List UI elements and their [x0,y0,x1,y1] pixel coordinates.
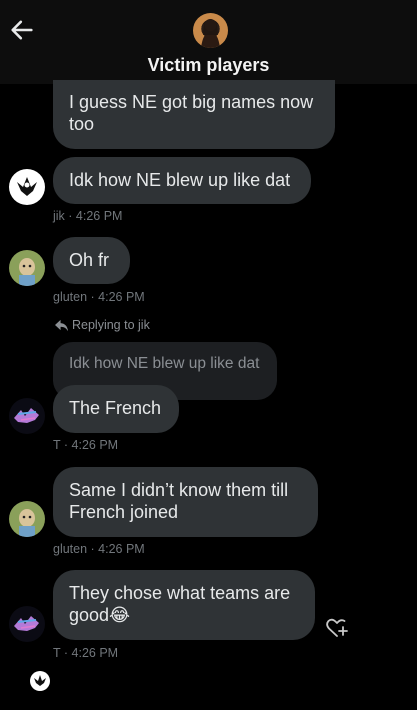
conversation-header: Victim players [0,0,417,84]
sender-name: T [53,438,61,452]
message-meta: T · 4:26 PM [53,438,119,452]
message-meta: gluten · 4:26 PM [53,290,145,304]
avatar[interactable] [9,398,45,434]
message-text: I guess NE got big names now too [69,92,314,134]
avatar-small-icon [30,671,50,691]
timestamp: 4:26 PM [98,290,145,304]
reply-arrow-icon [55,319,68,331]
message-text: Idk how NE blew up like dat [69,170,291,190]
arrow-left-icon[interactable] [8,16,36,44]
message-meta: gluten · 4:26 PM [53,542,145,556]
message-text: Same I didn’t know them till French join… [69,480,289,522]
message-bubble[interactable]: The French [53,385,179,433]
message-text: Oh fr [69,250,110,270]
sender-name: T [53,646,61,660]
timestamp: 4:26 PM [71,438,119,452]
message-bubble[interactable]: Same I didn’t know them till French join… [53,467,318,537]
message-bubble[interactable]: Idk how NE blew up like dat [53,157,311,204]
message-bubble[interactable]: Oh fr [53,237,130,284]
message-meta: jik · 4:26 PM [53,209,123,223]
message-text: They chose what teams are good😂 [69,583,291,625]
message-meta: T · 4:26 PM [53,646,119,660]
sender-name: gluten [53,290,88,304]
reply-label: Replying to jik [72,318,150,332]
reply-indicator: Replying to jik [54,318,150,332]
timestamp: 4:26 PM [71,646,119,660]
sender-name: gluten [53,542,88,556]
conversation-title: Victim players [147,55,270,75]
message-bubble[interactable]: I guess NE got big names now too [53,80,335,149]
message-text: The French [69,398,162,418]
timestamp: 4:26 PM [75,209,123,223]
heart-plus-icon[interactable] [325,617,349,639]
timestamp: 4:26 PM [98,542,145,556]
avatar[interactable] [9,606,45,642]
group-avatar[interactable] [193,13,228,48]
sender-name: jik [53,209,65,223]
quoted-text: Idk how NE blew up like dat [69,355,260,372]
avatar[interactable] [9,250,45,286]
avatar[interactable] [9,169,45,205]
message-bubble[interactable]: They chose what teams are good😂 [53,570,315,640]
avatar[interactable] [9,501,45,537]
